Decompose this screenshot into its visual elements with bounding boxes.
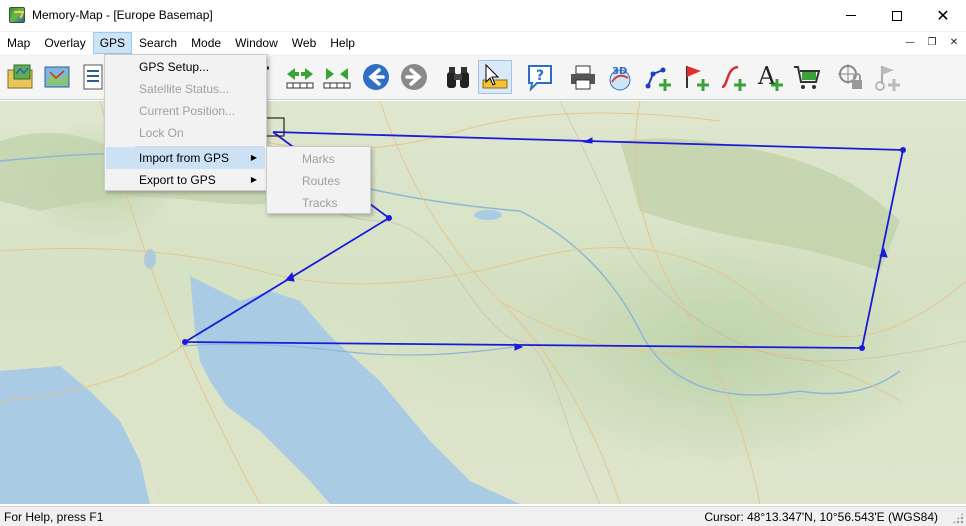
route-waypoint[interactable] bbox=[859, 345, 865, 351]
close-icon: ✕ bbox=[936, 5, 950, 25]
title-bar: Memory-Map - [Europe Basemap] ✕ bbox=[0, 0, 966, 32]
svg-text:?: ? bbox=[536, 68, 544, 84]
forward-icon[interactable] bbox=[397, 60, 431, 94]
delete-mark-icon[interactable] bbox=[870, 60, 904, 94]
current-position-item: Current Position... bbox=[139, 104, 236, 118]
menu-bar: Map Overlay GPS Search Mode Window Web H… bbox=[0, 32, 966, 54]
help-hint: For Help, press F1 bbox=[4, 510, 104, 524]
minimize-icon bbox=[846, 15, 856, 16]
add-route-icon[interactable] bbox=[641, 60, 675, 94]
window-title: Memory-Map - [Europe Basemap] bbox=[32, 8, 213, 22]
print-icon[interactable] bbox=[566, 60, 600, 94]
minimize-button[interactable] bbox=[828, 0, 874, 31]
mdi-restore-icon[interactable]: ❐ bbox=[926, 36, 938, 48]
submenu-arrow-icon: ▶ bbox=[250, 153, 257, 162]
menu-window[interactable]: Window bbox=[228, 32, 285, 54]
maximize-icon bbox=[892, 10, 902, 21]
import-submenu: Marks Routes Tracks bbox=[266, 146, 371, 214]
pan-right-icon[interactable] bbox=[320, 60, 354, 94]
menu-search[interactable]: Search bbox=[132, 32, 184, 54]
3d-view-icon[interactable]: 3D bbox=[602, 60, 636, 94]
add-text-icon[interactable]: A bbox=[753, 60, 787, 94]
submenu-arrow-icon: ▶ bbox=[250, 175, 257, 184]
menu-map[interactable]: Map bbox=[0, 32, 37, 54]
route-waypoint[interactable] bbox=[182, 339, 188, 345]
mdi-controls: — ❐ ✕ bbox=[904, 36, 960, 48]
import-tracks-item: Tracks bbox=[302, 196, 338, 210]
help-icon[interactable]: ? bbox=[523, 60, 557, 94]
menu-mode[interactable]: Mode bbox=[184, 32, 228, 54]
satellite-status-item: Satellite Status... bbox=[139, 82, 230, 96]
menu-gps[interactable]: GPS bbox=[92, 32, 133, 54]
menu-help[interactable]: Help bbox=[323, 32, 362, 54]
select-mode-icon[interactable] bbox=[478, 60, 512, 94]
back-icon[interactable] bbox=[359, 60, 393, 94]
lock-icon[interactable] bbox=[834, 60, 868, 94]
close-button[interactable]: ✕ bbox=[920, 0, 966, 31]
open-map-icon[interactable] bbox=[4, 60, 38, 94]
lake-balaton bbox=[474, 210, 502, 220]
maximize-button[interactable] bbox=[874, 0, 920, 31]
export-to-gps-item[interactable]: Export to GPS ▶ bbox=[106, 169, 265, 191]
add-track-icon[interactable] bbox=[716, 60, 750, 94]
resize-grip-icon[interactable] bbox=[952, 512, 964, 524]
app-icon bbox=[9, 7, 25, 23]
gps-setup-item[interactable]: GPS Setup... bbox=[106, 56, 265, 78]
import-from-gps-item[interactable]: Import from GPS ▶ bbox=[106, 147, 265, 169]
shop-icon[interactable] bbox=[790, 60, 824, 94]
find-icon[interactable] bbox=[441, 60, 475, 94]
import-from-gps-label: Import from GPS bbox=[139, 151, 230, 165]
import-marks-item: Marks bbox=[302, 152, 335, 166]
export-to-gps-label: Export to GPS bbox=[139, 173, 216, 187]
route-waypoint[interactable] bbox=[386, 215, 392, 221]
cursor-position: Cursor: 48°13.347'N, 10°56.543'E (WGS84) bbox=[704, 510, 938, 524]
svg-text:3D: 3D bbox=[612, 66, 627, 77]
status-bar: For Help, press F1 Cursor: 48°13.347'N, … bbox=[0, 506, 966, 526]
carpathian-region bbox=[620, 138, 900, 271]
overlay-map-icon[interactable] bbox=[40, 60, 74, 94]
add-mark-icon[interactable] bbox=[679, 60, 713, 94]
mdi-minimize-icon[interactable]: — bbox=[904, 36, 916, 48]
mdi-close-icon[interactable]: ✕ bbox=[948, 36, 960, 48]
lock-on-item: Lock On bbox=[139, 126, 184, 140]
route-waypoint[interactable] bbox=[900, 147, 906, 153]
menu-overlay[interactable]: Overlay bbox=[37, 32, 92, 54]
menu-web[interactable]: Web bbox=[285, 32, 323, 54]
pan-left-icon[interactable] bbox=[283, 60, 317, 94]
gps-menu: GPS Setup... Satellite Status... Current… bbox=[104, 54, 267, 191]
import-routes-item: Routes bbox=[302, 174, 341, 188]
